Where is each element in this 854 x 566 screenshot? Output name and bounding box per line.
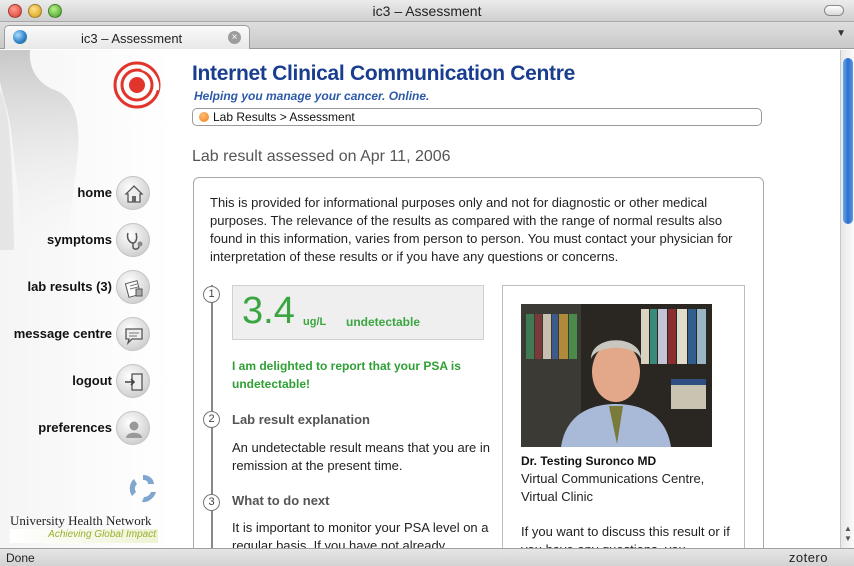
step-number-2: 2 — [203, 411, 220, 428]
status-bar: Done zotero — [0, 548, 854, 566]
nav-label: symptoms — [46, 232, 112, 247]
explanation-title: Lab result explanation — [232, 412, 370, 427]
vertical-scrollbar[interactable]: ▲ ▼ — [840, 50, 854, 548]
step-number-3: 3 — [203, 494, 220, 511]
window-titlebar: ic3 – Assessment — [0, 0, 854, 22]
nav-home[interactable]: home — [0, 176, 160, 212]
person-icon — [116, 411, 150, 445]
uhn-logo-icon — [129, 475, 156, 503]
doctor-photo — [521, 304, 712, 447]
breadcrumb-bullet-icon — [199, 112, 209, 122]
chevron-down-icon[interactable]: ▼ — [836, 28, 846, 39]
nav-message-centre[interactable]: message centre — [0, 317, 160, 353]
close-tab-icon[interactable]: × — [228, 31, 241, 44]
globe-icon — [13, 30, 27, 44]
nav-label: lab results (3) — [27, 279, 112, 294]
sidebar: home symptoms lab results (3) message ce… — [0, 50, 172, 548]
assessment-panel: This is provided for informational purpo… — [193, 177, 764, 548]
doctor-card: Dr. Testing Suronco MD Virtual Communica… — [502, 285, 745, 548]
scroll-arrows-icon[interactable]: ▲ ▼ — [843, 524, 853, 544]
doctor-name: Dr. Testing Suronco MD — [521, 454, 657, 468]
site-tagline: Helping you manage your cancer. Online. — [194, 89, 430, 103]
doctor-contact-note: If you want to discuss this result or if… — [521, 524, 730, 548]
nav-label: logout — [72, 373, 112, 388]
tab-bar: ic3 – Assessment × ▼ — [0, 22, 854, 49]
step-number-1: 1 — [203, 286, 220, 303]
lab-report-icon — [116, 270, 150, 304]
result-unit: ug/L — [303, 316, 327, 328]
page-title: Lab result assessed on Apr 11, 2006 — [192, 148, 451, 165]
status-text: Done — [6, 551, 35, 565]
org-name: University Health Network — [10, 513, 152, 528]
ic3-logo-icon — [113, 61, 161, 109]
speech-bubble-icon — [116, 317, 150, 351]
exit-door-icon — [116, 364, 150, 398]
tab-label: ic3 – Assessment — [81, 31, 183, 46]
explanation-body: An undetectable result means that you ar… — [232, 440, 490, 473]
result-status: undetectable — [346, 315, 421, 329]
nav-label: message centre — [13, 326, 112, 341]
next-steps-title: What to do next — [232, 493, 330, 508]
breadcrumb: Lab Results > Assessment — [192, 108, 762, 126]
nav-label: home — [77, 185, 112, 200]
doctor-affiliation: Virtual Communications Centre, Virtual C… — [521, 471, 705, 504]
stethoscope-icon — [116, 223, 150, 257]
next-steps-body: It is important to monitor your PSA leve… — [232, 520, 489, 548]
result-value: 3.4 — [242, 290, 295, 332]
zotero-button[interactable]: zotero — [789, 550, 828, 565]
disclaimer-text: This is provided for informational purpo… — [210, 195, 733, 264]
tab-assessment[interactable]: ic3 – Assessment × — [4, 25, 250, 49]
nav-logout[interactable]: logout — [0, 364, 160, 400]
toolbar-toggle-button[interactable] — [824, 5, 844, 16]
nav-symptoms[interactable]: symptoms — [0, 223, 160, 259]
result-value-box: 3.4 ug/L undetectable — [232, 285, 484, 340]
nav-preferences[interactable]: preferences — [0, 411, 160, 447]
nav-lab-results[interactable]: lab results (3) — [0, 270, 160, 306]
page-viewport: home symptoms lab results (3) message ce… — [0, 50, 840, 548]
result-message: I am delighted to report that your PSA i… — [232, 359, 461, 391]
breadcrumb-path[interactable]: Lab Results > Assessment — [213, 110, 355, 124]
site-title: Internet Clinical Communication Centre — [192, 62, 575, 85]
house-icon — [116, 176, 150, 210]
org-tagline: Achieving Global Impact — [10, 529, 158, 543]
scrollbar-thumb[interactable] — [843, 58, 853, 224]
window-title: ic3 – Assessment — [372, 3, 482, 19]
nav-label: preferences — [38, 420, 112, 435]
